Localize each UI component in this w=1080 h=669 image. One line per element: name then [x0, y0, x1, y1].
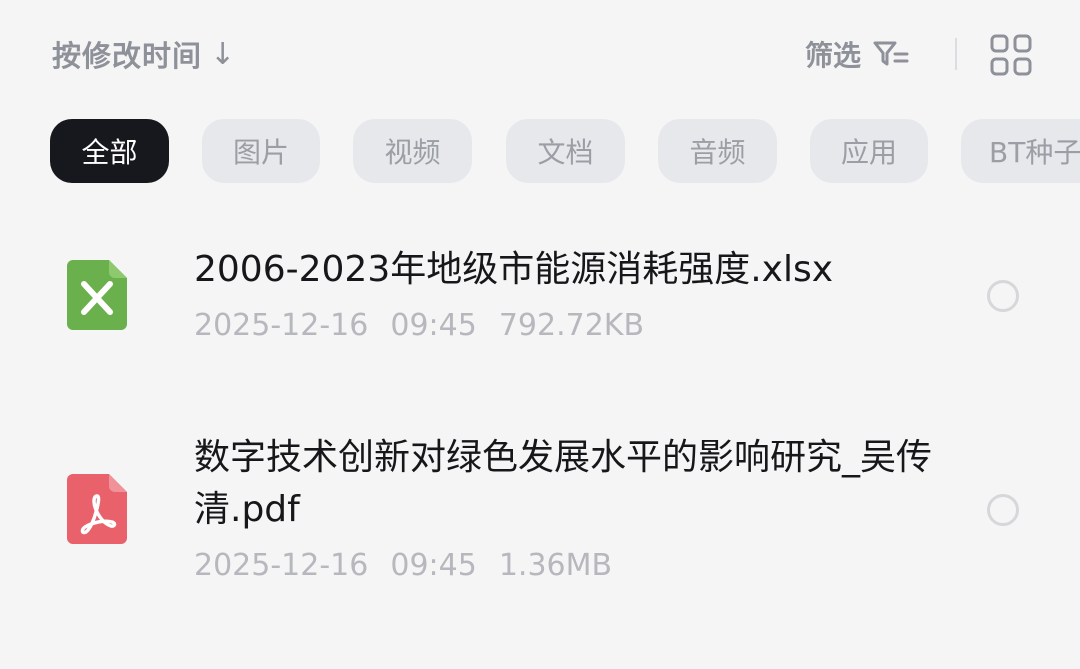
file-time: 09:45: [390, 548, 477, 583]
file-size: 792.72KB: [498, 308, 645, 343]
tab-bt-torrents[interactable]: BT种子: [961, 119, 1080, 183]
sort-label: 按修改时间: [52, 39, 203, 73]
select-checkbox[interactable]: [987, 494, 1019, 526]
sort-by-modified-button[interactable]: 按修改时间 ↓: [52, 32, 236, 76]
select-checkbox[interactable]: [987, 280, 1019, 312]
category-tabs: 全部 图片 视频 文档 音频 应用 BT种子: [0, 118, 1080, 186]
tab-images[interactable]: 图片: [202, 119, 320, 183]
file-name: 数字技术创新对绿色发展水平的影响研究_吴传清.pdf: [194, 437, 933, 530]
file-time: 09:45: [390, 308, 477, 343]
tab-videos[interactable]: 视频: [353, 119, 472, 183]
file-list-item[interactable]: 2006-2023年地级市能源消耗强度.xlsx 2025-12-16 09:45…: [0, 230, 1080, 380]
grid-view-button[interactable]: [990, 34, 1032, 76]
filter-icon: [873, 41, 909, 66]
file-date: 2025-12-16: [194, 308, 369, 343]
tab-apps[interactable]: 应用: [810, 119, 928, 183]
file-meta: 2025-12-16 09:45 1.36MB: [194, 548, 634, 583]
pdf-icon: [67, 474, 127, 544]
file-meta: 2025-12-16 09:45 792.72KB: [194, 308, 666, 343]
file-size: 1.36MB: [498, 548, 613, 583]
tab-all[interactable]: 全部: [50, 119, 169, 183]
tab-audio[interactable]: 音频: [658, 119, 777, 183]
file-list-item[interactable]: 数字技术创新对绿色发展水平的影响研究_吴传清.pdf 2025-12-16 09:…: [0, 420, 1080, 610]
toolbar-divider: [955, 38, 957, 70]
file-name: 2006-2023年地级市能源消耗强度.xlsx: [194, 249, 834, 290]
sort-arrow-icon: ↓: [210, 36, 237, 72]
excel-icon: [67, 260, 127, 330]
file-date: 2025-12-16: [194, 548, 369, 583]
filter-button[interactable]: 筛选: [805, 32, 909, 76]
toolbar: 按修改时间 ↓ 筛选: [0, 0, 1080, 110]
grid-view-icon: [990, 34, 1032, 76]
filter-label: 筛选: [805, 39, 862, 72]
tab-documents[interactable]: 文档: [506, 119, 625, 183]
